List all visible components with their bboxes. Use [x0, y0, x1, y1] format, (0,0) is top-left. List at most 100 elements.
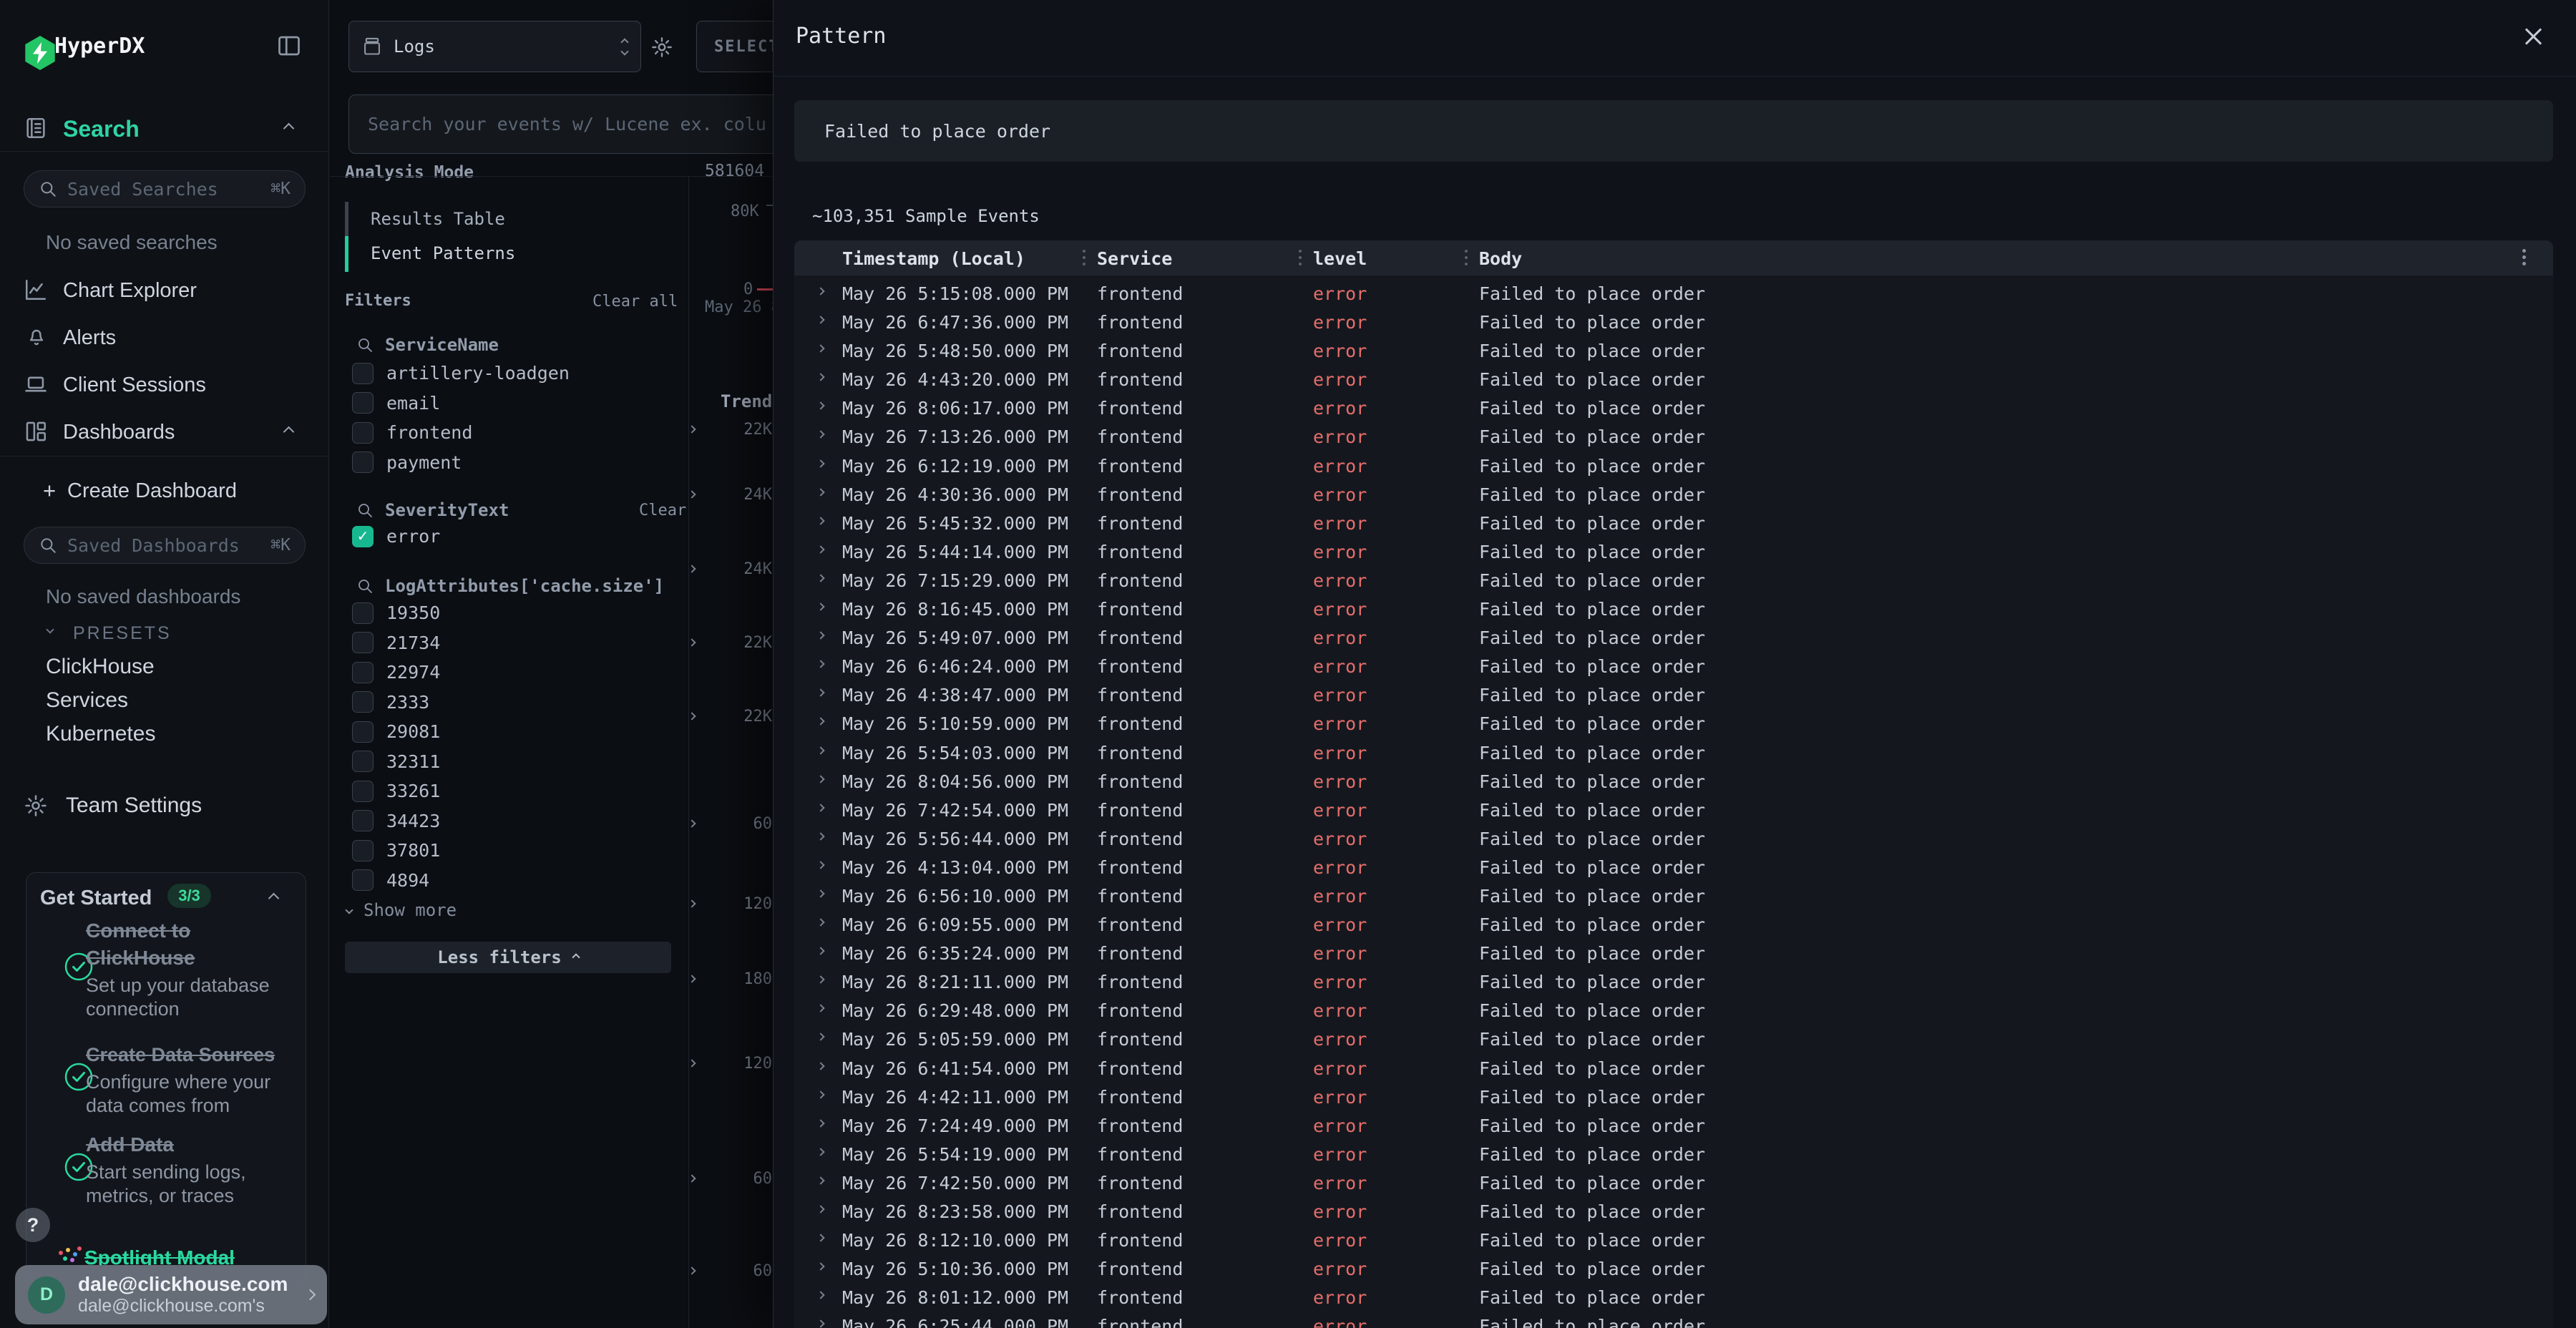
event-row[interactable]: May 26 5:54:19.000 PM frontend error Fai… — [794, 1140, 2553, 1168]
event-row[interactable]: May 26 6:46:24.000 PM frontend error Fai… — [794, 652, 2553, 680]
preset-item-kubernetes[interactable]: Kubernetes — [46, 722, 155, 746]
checkbox[interactable] — [352, 721, 374, 743]
event-row[interactable]: May 26 4:13:04.000 PM frontend error Fai… — [794, 853, 2553, 882]
chevron-up-icon[interactable] — [268, 893, 280, 904]
event-row[interactable]: May 26 8:21:11.000 PM frontend error Fai… — [794, 967, 2553, 996]
sidebar-item-team-settings[interactable]: Team Settings — [0, 786, 329, 826]
occluded-get-started-item[interactable]: Spotlight Modal — [84, 1246, 235, 1265]
event-row[interactable]: May 26 5:10:59.000 PM frontend error Fai… — [794, 709, 2553, 738]
event-row[interactable]: May 26 5:05:59.000 PM frontend error Fai… — [794, 1025, 2553, 1053]
close-icon[interactable] — [2521, 24, 2545, 49]
checkbox[interactable] — [352, 392, 374, 414]
event-row[interactable]: May 26 7:13:26.000 PM frontend error Fai… — [794, 422, 2553, 451]
event-row[interactable]: May 26 5:15:08.000 PM frontend error Fai… — [794, 279, 2553, 308]
saved-searches-field[interactable] — [67, 179, 260, 200]
col-body[interactable]: Body — [1479, 248, 1522, 269]
column-handle-icon[interactable] — [1465, 250, 1468, 253]
column-handle-icon[interactable] — [1083, 250, 1085, 253]
checkbox[interactable] — [352, 781, 374, 802]
get-started-item[interactable]: Connect to ClickHouse Set up your databa… — [86, 917, 301, 1021]
checkbox[interactable] — [352, 662, 374, 683]
preset-item-clickhouse[interactable]: ClickHouse — [46, 655, 155, 679]
sidebar-collapse-icon[interactable] — [276, 33, 302, 59]
event-row[interactable]: May 26 8:04:56.000 PM frontend error Fai… — [794, 767, 2553, 796]
sidebar-item-alerts[interactable]: Alerts — [0, 318, 329, 358]
checkbox[interactable] — [352, 691, 374, 713]
col-timestamp[interactable]: Timestamp (Local) — [842, 248, 1025, 269]
filter-option[interactable]: 34423 — [352, 806, 440, 836]
column-handle-icon[interactable] — [1299, 250, 1302, 253]
event-row[interactable]: May 26 7:42:50.000 PM frontend error Fai… — [794, 1168, 2553, 1197]
table-menu-kebab-icon[interactable] — [2522, 249, 2526, 253]
event-row[interactable]: May 26 8:23:58.000 PM frontend error Fai… — [794, 1197, 2553, 1226]
clear-severity-link[interactable]: Clear — [639, 502, 686, 519]
sidebar-item-chart-explorer[interactable]: Chart Explorer — [0, 270, 329, 311]
saved-searches-input[interactable]: ⌘K — [24, 170, 306, 208]
event-row[interactable]: May 26 5:56:44.000 PM frontend error Fai… — [794, 824, 2553, 853]
filter-option[interactable]: payment — [352, 448, 570, 478]
col-service[interactable]: Service — [1097, 248, 1172, 269]
source-settings-gear-icon[interactable] — [650, 36, 673, 59]
create-dashboard-button[interactable]: + Create Dashboard — [0, 474, 329, 507]
sidebar-item-search[interactable]: Search — [0, 109, 329, 149]
less-filters-button[interactable]: Less filters — [345, 942, 671, 973]
sidebar-item-client-sessions[interactable]: Client Sessions — [0, 365, 329, 405]
event-row[interactable]: May 26 6:12:19.000 PM frontend error Fai… — [794, 451, 2553, 480]
checkbox[interactable] — [352, 422, 374, 444]
filter-option[interactable]: 32311 — [352, 747, 440, 777]
checkbox[interactable] — [352, 869, 374, 891]
checkbox[interactable] — [352, 751, 374, 772]
event-row[interactable]: May 26 8:01:12.000 PM frontend error Fai… — [794, 1283, 2553, 1312]
get-started-item[interactable]: Add Data Start sending logs, metrics, or… — [86, 1131, 308, 1208]
event-row[interactable]: May 26 7:24:49.000 PM frontend error Fai… — [794, 1111, 2553, 1140]
event-row[interactable]: May 26 6:56:10.000 PM frontend error Fai… — [794, 882, 2553, 910]
event-row[interactable]: May 26 5:49:07.000 PM frontend error Fai… — [794, 623, 2553, 652]
help-button[interactable]: ? — [16, 1208, 50, 1242]
event-row[interactable]: May 26 6:41:54.000 PM frontend error Fai… — [794, 1054, 2553, 1083]
event-row[interactable]: May 26 7:15:29.000 PM frontend error Fai… — [794, 566, 2553, 595]
event-row[interactable]: May 26 5:48:50.000 PM frontend error Fai… — [794, 336, 2553, 365]
filter-option[interactable]: artillery-loadgen — [352, 358, 570, 389]
saved-dashboards-field[interactable] — [67, 535, 260, 556]
filter-group-header-severitytext[interactable]: SeverityText — [356, 500, 509, 520]
event-row[interactable]: May 26 8:06:17.000 PM frontend error Fai… — [794, 394, 2553, 422]
event-row[interactable]: May 26 6:35:24.000 PM frontend error Fai… — [794, 939, 2553, 967]
presets-toggle[interactable]: PRESETS — [0, 620, 329, 648]
event-row[interactable]: May 26 6:47:36.000 PM frontend error Fai… — [794, 308, 2553, 336]
mode-results-table[interactable]: Results Table — [371, 209, 505, 229]
filter-option[interactable]: 37801 — [352, 836, 440, 866]
event-row[interactable]: May 26 6:09:55.000 PM frontend error Fai… — [794, 910, 2553, 939]
mode-event-patterns[interactable]: Event Patterns — [371, 243, 515, 263]
checkbox[interactable] — [352, 810, 374, 831]
event-row[interactable]: May 26 5:44:14.000 PM frontend error Fai… — [794, 537, 2553, 566]
sidebar-item-dashboards[interactable]: Dashboards — [0, 412, 329, 452]
user-menu[interactable]: D dale@clickhouse.com dale@clickhouse.co… — [15, 1265, 327, 1324]
clear-all-link[interactable]: Clear all — [592, 293, 678, 311]
source-select[interactable]: Logs — [348, 21, 641, 72]
get-started-item[interactable]: Create Data Sources Configure where your… — [86, 1041, 308, 1118]
col-level[interactable]: level — [1313, 248, 1367, 269]
filter-option[interactable]: frontend — [352, 418, 570, 448]
filter-option[interactable]: 29081 — [352, 717, 440, 747]
filter-option[interactable]: 19350 — [352, 598, 440, 628]
event-row[interactable]: May 26 4:38:47.000 PM frontend error Fai… — [794, 680, 2553, 709]
filter-option[interactable]: ✓ error — [352, 522, 440, 552]
filter-group-header-servicename[interactable]: ServiceName — [356, 335, 499, 355]
filter-option[interactable]: email — [352, 389, 570, 419]
event-row[interactable]: May 26 5:45:32.000 PM frontend error Fai… — [794, 509, 2553, 537]
checkbox[interactable] — [352, 363, 374, 384]
event-row[interactable]: May 26 4:42:11.000 PM frontend error Fai… — [794, 1083, 2553, 1111]
event-row[interactable]: May 26 5:10:36.000 PM frontend error Fai… — [794, 1254, 2553, 1283]
preset-item-services[interactable]: Services — [46, 688, 128, 713]
event-row[interactable]: May 26 7:42:54.000 PM frontend error Fai… — [794, 796, 2553, 824]
checkbox[interactable] — [352, 451, 374, 473]
filter-option[interactable]: 22974 — [352, 658, 440, 688]
event-row[interactable]: May 26 6:29:48.000 PM frontend error Fai… — [794, 996, 2553, 1025]
filter-option[interactable]: 4894 — [352, 866, 440, 896]
checkbox[interactable]: ✓ — [352, 526, 374, 547]
filter-group-header-cache-size[interactable]: LogAttributes['cache.size'] — [356, 576, 664, 596]
filter-option[interactable]: 33261 — [352, 776, 440, 806]
filter-option[interactable]: 21734 — [352, 628, 440, 658]
saved-dashboards-input[interactable]: ⌘K — [24, 527, 306, 564]
event-row[interactable]: May 26 5:54:03.000 PM frontend error Fai… — [794, 738, 2553, 767]
